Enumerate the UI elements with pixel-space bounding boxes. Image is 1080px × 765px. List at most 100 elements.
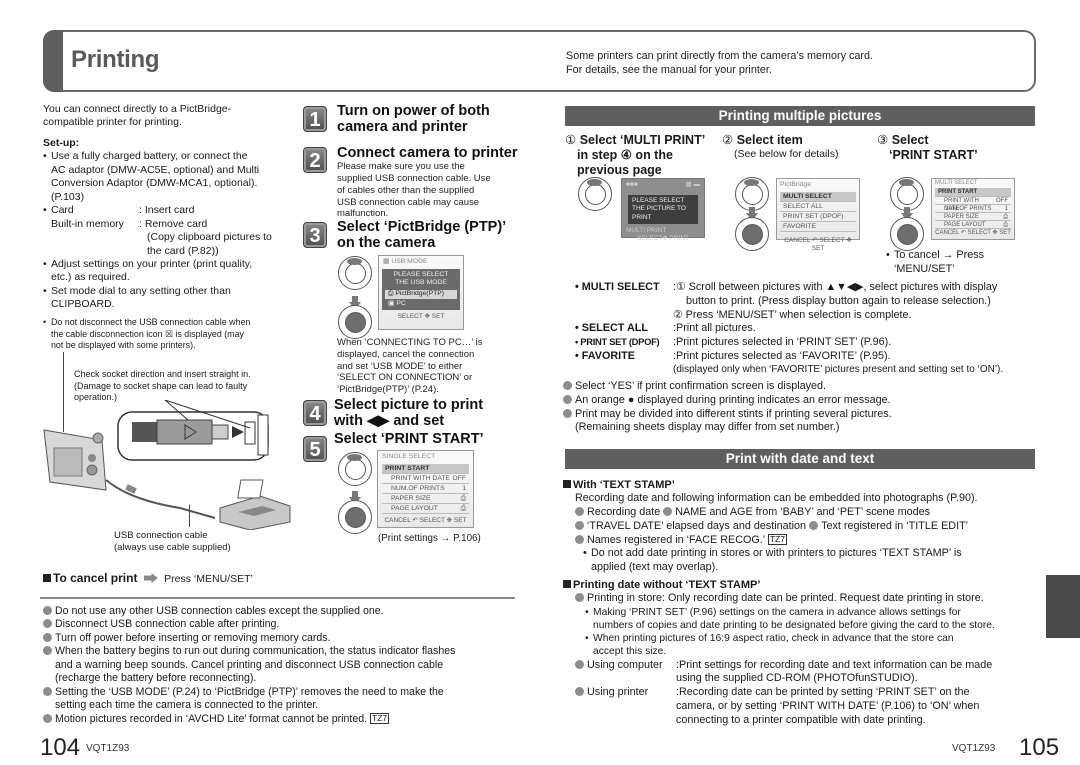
menu-row-num-prints[interactable]: NUM.OF PRINTS 1: [935, 205, 1011, 213]
caption-line: (always use cable supplied): [114, 542, 231, 554]
row-value: 1: [1004, 205, 1008, 212]
callout-line: [189, 505, 190, 527]
step-badge-3: 3: [303, 222, 327, 248]
menu-row-paper-size[interactable]: PAPER SIZE ⎙: [935, 213, 1011, 221]
chapter-side-tab: [1046, 575, 1080, 638]
step-title-line: Select ‘PictBridge (PTP)’: [337, 219, 507, 235]
note-item: Disconnect USB connection cable after pr…: [43, 618, 523, 631]
multi-step-title: previous page: [577, 162, 662, 177]
item-favorite: • FAVORITE:Print pictures selected as ‘F…: [575, 350, 891, 363]
header-tab-marker: [43, 30, 63, 92]
menu-row-page-layout[interactable]: PAGE LAYOUT ⎙: [935, 221, 1011, 229]
bullet-icon: [43, 606, 52, 615]
bullet-icon: [575, 593, 584, 603]
item-key: SELECT ALL: [581, 322, 648, 335]
step-body-line: of cables other than the supplied: [337, 184, 475, 196]
setup-adjust: Adjust settings on your printer (print q…: [43, 258, 295, 285]
note-item: When the battery begins to run out durin…: [43, 645, 523, 685]
without-stamp-heading: Printing date without ‘TEXT STAMP’: [563, 578, 1040, 592]
builtin-note: the card (P.82)): [147, 244, 219, 257]
note-item: Print may be divided into different stin…: [563, 408, 1033, 436]
menu-row-select-all[interactable]: SELECT ALL: [780, 202, 856, 212]
heading-text: Printing date without ‘TEXT STAMP’: [573, 579, 761, 591]
menu-row-print-start[interactable]: PRINT START: [382, 463, 469, 474]
store-sub-line: accept this size.: [593, 646, 667, 658]
row-label: NUM.OF PRINTS: [391, 484, 445, 492]
menu-row-paper-size[interactable]: PAPER SIZE ⎙: [382, 494, 469, 504]
multi-step-sub: (See below for details): [734, 147, 839, 160]
step-marker: ③: [877, 133, 889, 147]
menu-row-page-layout[interactable]: PAGE LAYOUT ⎙: [382, 504, 469, 514]
setup-heading: Set-up:: [43, 137, 80, 149]
menu-row-print-with-date[interactable]: PRINT WITH DATE OFF: [382, 474, 469, 484]
note-line: the cable disconnection icon ☒ is displa…: [51, 328, 244, 339]
multi-notes: Select ‘YES’ if print confirmation scree…: [563, 380, 1033, 435]
menu-row-print-set[interactable]: PRINT SET (DPOF): [780, 212, 856, 222]
row-desc: :Print settings for recording date and t…: [676, 658, 993, 671]
menu-row-favorite[interactable]: FAVORITE: [780, 222, 856, 232]
stamp-item: ‘TRAVEL DATE’ elapsed days and destinati…: [587, 519, 807, 532]
menu-row-multi-select[interactable]: MULTI SELECT: [780, 191, 856, 202]
usb-option-pictbridge[interactable]: ⎙ PictBridge(PTP): [385, 289, 457, 299]
note-item: Setting the ‘USB MODE’ (P.24) to ‘PictBr…: [43, 686, 523, 713]
menu-row-num-prints[interactable]: NUM.OF PRINTS 1: [382, 484, 469, 494]
dial-set-pressed-icon: [338, 305, 372, 339]
card-key: Card: [51, 204, 74, 217]
screen-title: SINGLE SELECT: [382, 453, 436, 460]
dial-set-pressed-icon: [338, 500, 372, 534]
heading-text: With ‘TEXT STAMP’: [573, 479, 675, 491]
caption-line: USB connection cable: [114, 530, 208, 541]
stamp-bullet-row: ‘TRAVEL DATE’ elapsed days and destinati…: [575, 520, 1038, 534]
bullet-icon: [563, 408, 572, 418]
multi-step-3: ③ Select ‘PRINT START’: [877, 133, 1027, 163]
section-heading-date-text: Print with date and text: [565, 449, 1035, 469]
note-line: Check socket direction and insert straig…: [74, 369, 251, 379]
note-item: Do not use any other USB connection cabl…: [43, 605, 523, 618]
playback-prompt: PLEASE SELECT THE PICTURE TO PRINT: [628, 195, 698, 224]
note-line: Do not disconnect the USB connection cab…: [51, 317, 251, 327]
square-bullet-icon: [563, 480, 571, 488]
usb-option-pc[interactable]: ▣ PC: [382, 300, 460, 309]
cancel-action: Press ‘MENU/SET’: [164, 573, 253, 585]
multi-step-title: Select ‘MULTI PRINT’: [579, 133, 706, 147]
step-body-line: and set ‘USB MODE’ to either: [337, 360, 463, 372]
bullet-icon: [43, 646, 52, 656]
bullet-icon: [43, 713, 52, 723]
printer-row: Using printer:Recording date can be prin…: [575, 686, 1040, 700]
item-desc: button to print. (Press display button a…: [686, 294, 991, 307]
item-desc: :Print pictures selected as ‘FAVORITE’ (…: [673, 350, 891, 363]
note-text: (Remaining sheets display may differ fro…: [575, 421, 840, 434]
multi-item-definitions: • MULTI SELECT:① Scroll between pictures…: [575, 281, 1040, 377]
setup-line: Adjust settings on your printer (print q…: [51, 257, 253, 270]
note-text: Disconnect USB connection cable after pr…: [55, 618, 280, 631]
setup-line: etc.) as required.: [51, 271, 130, 284]
step-badge-2: 2: [303, 147, 327, 173]
usb-mode-prompt: PLEASE SELECT THE USB MODE ⎙ PictBridge(…: [382, 268, 460, 311]
setup-battery: Use a fully charged battery, or connect …: [43, 150, 295, 204]
item-desc: ② Press ‘MENU/SET’ when selection is com…: [673, 308, 912, 321]
cancel-note-line: ‘MENU/SET’: [894, 262, 955, 275]
prompt-line: THE PICTURE TO PRINT: [632, 205, 686, 221]
store-sub-line: Making ‘PRINT SET’ (P.96) settings on th…: [593, 606, 961, 618]
row-desc: camera, or by setting ‘PRINT WITH DATE’ …: [676, 700, 980, 713]
step-2-title: Connect camera to printer: [337, 145, 518, 161]
step-2: Connect camera to printer Please make su…: [337, 145, 527, 220]
store-row: Printing in store: Only recording date c…: [575, 592, 1040, 606]
intro-text: Recording date and following information…: [575, 492, 978, 505]
setup-line: Use a fully charged battery, or connect …: [51, 150, 248, 163]
usb-mode-screen: ▦ USB MODE PLEASE SELECT THE USB MODE ⎙ …: [378, 255, 464, 330]
without-stamp-section: Printing date without ‘TEXT STAMP’ Print…: [563, 578, 1040, 728]
stamp-warning: Do not add date printing in stores or wi…: [583, 547, 1038, 575]
cancel-label: To cancel print: [53, 571, 138, 585]
playback-footer-line: MULTI PRINT: [626, 226, 667, 234]
menu-row-print-start[interactable]: PRINT START: [935, 187, 1011, 197]
note-item: Turn off power before inserting or remov…: [43, 632, 523, 645]
menu-row-print-with-date[interactable]: PRINT WITH DATE OFF: [935, 197, 1011, 212]
stamp-item: NAME and AGE from ‘BABY’ and ‘PET’ scene…: [675, 505, 931, 518]
note-item: Motion pictures recorded in ‘AVCHD Lite’…: [43, 712, 523, 726]
note-item: An orange ● displayed during printing in…: [563, 394, 1033, 408]
header-note: Some printers can print directly from th…: [566, 49, 873, 78]
usb-cable-icon: [105, 479, 216, 519]
setup-line: Set mode dial to any setting other than: [51, 284, 231, 297]
screen-footer: CANCEL ↶ SELECT ✥ SET: [935, 229, 1011, 236]
